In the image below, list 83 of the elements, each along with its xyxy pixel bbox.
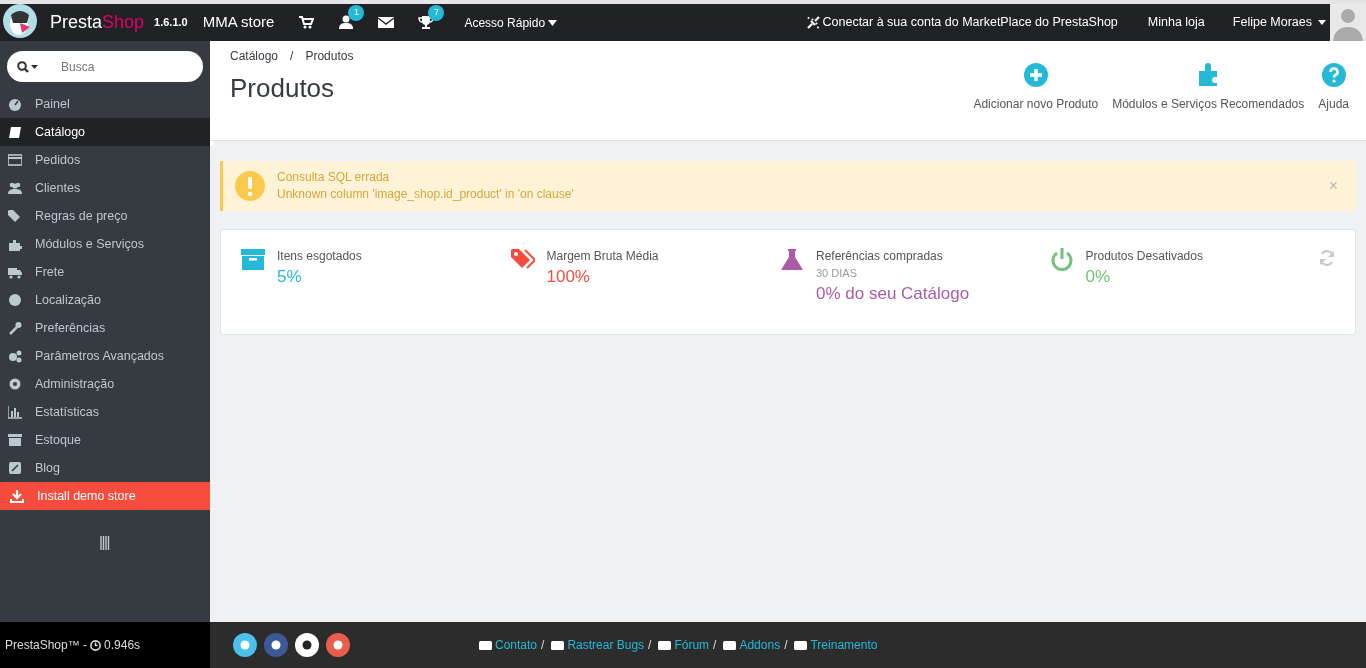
sidebar-item[interactable]: Painel xyxy=(0,90,210,118)
sidebar-item[interactable]: Blog xyxy=(0,454,210,482)
sidebar-item[interactable]: Localização xyxy=(0,286,210,314)
plus-circle-icon xyxy=(1023,63,1048,87)
link-separator: / xyxy=(541,637,545,654)
sidebar-item[interactable]: Frete xyxy=(0,258,210,286)
footer-link[interactable]: Contato xyxy=(479,636,538,654)
cart-button[interactable] xyxy=(298,15,315,30)
bar-chart-icon xyxy=(8,405,22,419)
github-link[interactable] xyxy=(295,633,319,657)
kpi-label: Margem Bruta Média xyxy=(546,248,659,265)
sidebar-item[interactable]: Regras de preço xyxy=(0,202,210,230)
footer-link[interactable]: Rastrear Bugs xyxy=(551,636,645,654)
kpi-value: 0% do seu Catálogo xyxy=(816,283,970,305)
sidebar-item[interactable]: Estatísticas xyxy=(0,398,210,426)
user-icon xyxy=(338,15,355,30)
gauge-icon xyxy=(8,97,22,111)
caret-icon xyxy=(548,19,558,26)
notification-badge: 7 xyxy=(428,5,445,21)
collapse-bars-icon xyxy=(100,536,110,550)
tag-icon xyxy=(8,209,22,223)
footer-link[interactable]: Addons xyxy=(723,636,781,654)
gear-icon xyxy=(8,377,22,391)
user-menu[interactable]: Felipe Moraes xyxy=(1226,13,1330,32)
alert-title: Consulta SQL errada xyxy=(277,169,391,186)
notification-badge: 1 xyxy=(348,5,365,21)
sidebar-item[interactable]: Estoque xyxy=(0,426,210,454)
user-button[interactable] xyxy=(338,15,355,30)
sidebar-item[interactable]: Preferências xyxy=(0,314,210,342)
warning-icon xyxy=(235,171,265,201)
puffin-logo-icon xyxy=(2,2,38,39)
kpi-value: 0% xyxy=(1085,266,1112,288)
brand-logo-text: PrestaShop xyxy=(50,11,145,34)
wrench-icon xyxy=(8,321,22,335)
search-icon xyxy=(17,60,39,73)
plug-icon xyxy=(805,15,821,30)
credit-card-icon xyxy=(8,153,22,167)
users-icon xyxy=(8,181,22,195)
pencil-icon xyxy=(8,461,22,475)
refresh-icon xyxy=(1319,250,1335,266)
twitter-bird-link[interactable] xyxy=(233,633,257,657)
link-separator: / xyxy=(713,637,717,654)
truck-icon xyxy=(8,265,22,279)
footer-link[interactable]: Treinamento xyxy=(794,636,878,654)
sidebar-item[interactable]: Módulos e Serviços xyxy=(0,230,210,258)
help-icon xyxy=(1321,63,1346,87)
link-separator: / xyxy=(784,637,788,654)
clock-icon xyxy=(90,639,102,651)
sidebar-item[interactable]: Catálogo xyxy=(0,118,213,146)
sidebar-item[interactable]: Administração xyxy=(0,370,210,398)
alert-message: Unknown column 'image_shop.id_product' in 'on clause' xyxy=(277,186,575,203)
archive-icon xyxy=(8,433,22,447)
version-info: PrestaShop™ - 0.946s xyxy=(5,637,141,654)
my-store-link[interactable]: Minha loja xyxy=(1147,13,1205,32)
kpi-value: 5% xyxy=(277,266,303,288)
download-icon xyxy=(10,489,24,503)
sidebar-item[interactable]: Parâmetros Avançados xyxy=(0,342,210,370)
facebook-link[interactable] xyxy=(264,633,288,657)
toolbar-button[interactable]: Módulos e Serviços Recomendados xyxy=(1105,47,1312,140)
toolbar-button[interactable]: Ajuda xyxy=(1311,47,1356,140)
toolbar-button[interactable]: Adicionar novo Produto xyxy=(966,47,1106,140)
kpi-label: Produtos Desativados xyxy=(1085,248,1203,265)
search-field[interactable]: Busca xyxy=(7,51,203,82)
store-name: MMA store xyxy=(202,12,275,33)
breadcrumb-link[interactable]: Catálogo xyxy=(230,47,279,65)
cart-icon xyxy=(298,15,315,30)
sidebar-item[interactable]: Install demo store xyxy=(0,482,210,510)
quick-access-dropdown[interactable]: Acesso Rápido xyxy=(458,12,564,33)
breadcrumb-separator: / xyxy=(290,48,294,65)
sidebar-item[interactable]: Clientes xyxy=(0,174,210,202)
google-plus-link[interactable] xyxy=(326,633,350,657)
page-title: Produtos xyxy=(230,73,336,105)
kpi-label: Itens esgotados xyxy=(277,248,362,265)
marketplace-link[interactable]: Conectar à sua conta do MarketPlace do PrestaShop xyxy=(805,13,1118,32)
version-label: 1.6.1.0 xyxy=(154,15,188,31)
link-separator: / xyxy=(648,637,652,654)
caret-icon xyxy=(1318,20,1326,25)
kpi-label: Referências compradas xyxy=(816,248,944,265)
kpi-value: 100% xyxy=(546,266,591,288)
kpi-period: 30 DIAS xyxy=(816,266,858,281)
sidebar-item[interactable]: Pedidos xyxy=(0,146,210,174)
breadcrumb-link[interactable]: Produtos xyxy=(305,47,354,65)
footer-link[interactable]: Fórum xyxy=(658,636,710,654)
